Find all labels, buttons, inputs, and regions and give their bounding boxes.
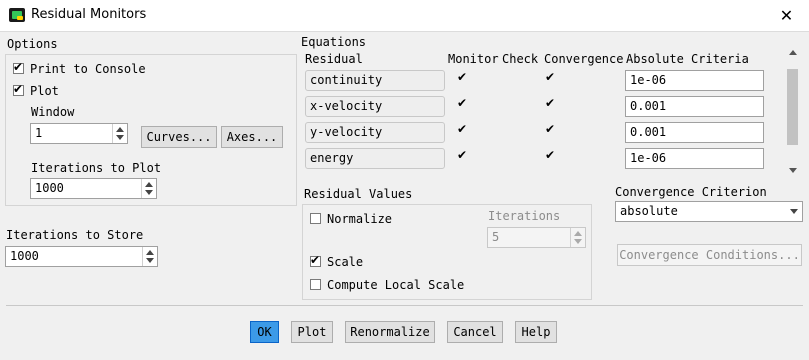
iterations-to-plot-spinner[interactable]: 1000 [30,178,157,199]
plot-label: Plot [30,84,59,98]
iterations-to-store-spinner[interactable]: 1000 [5,246,158,267]
footer-divider [6,305,803,306]
renormalize-button[interactable]: Renormalize [345,321,435,343]
ok-label: OK [257,325,272,339]
equations-scrollbar[interactable] [785,44,803,176]
convergence-checkbox[interactable] [545,70,557,85]
convergence-criterion-dropdown[interactable]: absolute [615,201,803,222]
convergence-criterion-heading: Convergence Criterion [615,185,767,199]
residual-name-field: continuity [305,70,445,91]
convergence-checkbox[interactable] [545,148,557,163]
absolute-criteria-input[interactable]: 0.001 [625,96,764,117]
scale-label: Scale [327,255,364,269]
cancel-button[interactable]: Cancel [447,321,503,343]
monitor-checkbox[interactable] [457,148,469,163]
col-monitor: Monitor [448,52,499,66]
normalize-label: Normalize [327,212,393,226]
absolute-criteria-input[interactable]: 1e-06 [625,148,764,169]
scroll-down-icon[interactable] [789,168,797,173]
window-spinner[interactable]: 1 [30,123,128,144]
convergence-conditions-button: Convergence Conditions... [617,244,802,266]
iterations-to-plot-label: Iterations to Plot [31,161,162,175]
help-button[interactable]: Help [515,321,557,343]
equations-heading: Equations [301,35,367,49]
residual-name-field: y-velocity [305,122,445,143]
app-icon [9,8,25,22]
options-heading: Options [7,37,58,51]
iterations-value: 5 [492,230,500,244]
plot-checkbox[interactable] [13,82,24,96]
convergence-criterion-value: absolute [620,204,678,218]
scale-checkbox[interactable] [310,253,321,267]
monitor-checkbox[interactable] [457,122,469,137]
spin-arrows-icon[interactable] [112,124,127,143]
compute-local-scale-label: Compute Local Scale [327,278,465,292]
iterations-label: Iterations [488,209,561,223]
plot-button[interactable]: Plot [291,321,333,343]
title-bar: Residual Monitors ✕ [0,0,809,31]
iterations-spinner: 5 [487,227,586,248]
axes-button[interactable]: Axes... [221,126,283,148]
iterations-to-store-label: Iterations to Store [6,228,144,242]
chevron-down-icon[interactable] [790,209,798,214]
residual-name-field: energy [305,148,445,169]
monitor-checkbox[interactable] [457,96,469,111]
scroll-up-icon[interactable] [789,50,797,55]
col-check: Check [502,52,539,66]
col-residual: Residual [305,52,363,66]
scroll-thumb[interactable] [787,69,798,145]
iterations-to-plot-value: 1000 [35,181,64,195]
compute-local-scale-checkbox[interactable] [310,279,321,290]
spin-arrows-icon [570,228,585,247]
window-label: Window [31,105,75,119]
spin-arrows-icon[interactable] [142,247,157,266]
absolute-criteria-input[interactable]: 1e-06 [625,70,764,91]
curves-button[interactable]: Curves... [141,126,217,148]
print-to-console-checkbox[interactable] [13,60,24,74]
convergence-checkbox[interactable] [545,122,557,137]
convergence-checkbox[interactable] [545,96,557,111]
residual-values-heading: Residual Values [304,187,413,201]
col-absolute-criteria: Absolute Criteria [626,52,749,66]
print-to-console-label: Print to Console [30,62,146,76]
monitor-checkbox[interactable] [457,70,469,85]
spin-arrows-icon[interactable] [141,179,156,198]
normalize-checkbox[interactable] [310,213,321,224]
iterations-to-store-value: 1000 [10,249,39,263]
residual-name-field: x-velocity [305,96,445,117]
window-title: Residual Monitors [31,7,147,22]
absolute-criteria-input[interactable]: 0.001 [625,122,764,143]
window-value: 1 [35,126,43,140]
ok-button[interactable]: OK [250,321,279,343]
close-icon[interactable]: ✕ [764,0,809,31]
col-convergence: Convergence [544,52,624,66]
